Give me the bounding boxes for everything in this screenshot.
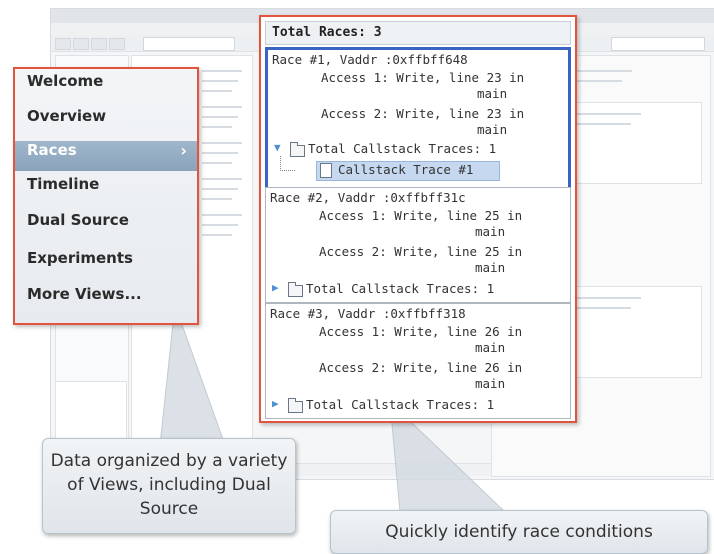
view-item-label: Races [27, 141, 77, 159]
races-panel: Total Races: 3 Race #1, Vaddr :0xffbff64… [259, 15, 577, 423]
callstack-count: Total Callstack Traces: 1 [308, 141, 497, 156]
view-item-label: More Views... [27, 285, 142, 303]
chevron-right-icon: › [180, 141, 187, 160]
access-1-function: main [475, 340, 506, 355]
view-item-experiments[interactable]: Experiments [15, 249, 197, 279]
view-item-overview[interactable]: Overview [15, 107, 197, 137]
view-item-label: Welcome [27, 72, 104, 90]
access-1-text: Access 1: Write, line 26 in [319, 324, 523, 339]
callstack-count: Total Callstack Traces: 1 [306, 281, 495, 296]
view-item-more-views[interactable]: More Views... [15, 285, 197, 315]
view-item-label: Overview [27, 107, 107, 125]
access-2-text: Access 2: Write, line 26 in [319, 360, 523, 375]
race-title: Race #3, Vaddr :0xffbff318 [270, 306, 466, 321]
races-callout: Quickly identify race conditions [330, 510, 708, 554]
race-title: Race #2, Vaddr :0xffbff31c [270, 190, 466, 205]
access-2-text: Access 2: Write, line 23 in [321, 106, 525, 121]
view-item-label: Timeline [27, 175, 100, 193]
view-item-dual-source[interactable]: Dual Source [15, 211, 197, 241]
view-item-races[interactable]: Races › [15, 141, 197, 171]
view-item-welcome[interactable]: Welcome [15, 72, 197, 102]
race-item[interactable]: Race #1, Vaddr :0xffbff648 Access 1: Wri… [265, 47, 571, 191]
race-item[interactable]: Race #3, Vaddr :0xffbff318 Access 1: Wri… [265, 303, 571, 419]
access-2-function: main [475, 376, 506, 391]
access-2-text: Access 2: Write, line 25 in [319, 244, 523, 259]
callstack-trace-label: Callstack Trace #1 [338, 162, 474, 177]
access-1-text: Access 1: Write, line 25 in [319, 208, 523, 223]
view-item-timeline[interactable]: Timeline [15, 175, 197, 205]
access-2-function: main [475, 260, 506, 275]
tree-connector [280, 156, 295, 171]
expand-toggle-icon[interactable]: ▶ [272, 280, 279, 296]
views-callout-pointer [159, 304, 226, 446]
view-item-label: Experiments [27, 249, 133, 267]
expand-toggle-icon[interactable]: ▶ [272, 396, 279, 412]
access-2-function: main [477, 122, 508, 137]
document-icon [320, 163, 332, 178]
callstack-count: Total Callstack Traces: 1 [306, 397, 495, 412]
folder-icon [288, 398, 303, 413]
races-total-header: Total Races: 3 [265, 21, 571, 45]
access-1-function: main [477, 86, 508, 101]
collapse-toggle-icon[interactable]: ▼ [274, 140, 281, 156]
access-1-text: Access 1: Write, line 23 in [321, 70, 525, 85]
view-item-label: Dual Source [27, 211, 129, 229]
race-title: Race #1, Vaddr :0xffbff648 [272, 52, 468, 67]
views-menu: Welcome Overview Races › Timeline Dual So… [13, 67, 199, 325]
race-item[interactable]: Race #2, Vaddr :0xffbff31c Access 1: Wri… [265, 187, 571, 303]
views-callout: Data organized by a variety of Views, in… [42, 438, 296, 534]
folder-icon [288, 282, 303, 297]
access-1-function: main [475, 224, 506, 239]
